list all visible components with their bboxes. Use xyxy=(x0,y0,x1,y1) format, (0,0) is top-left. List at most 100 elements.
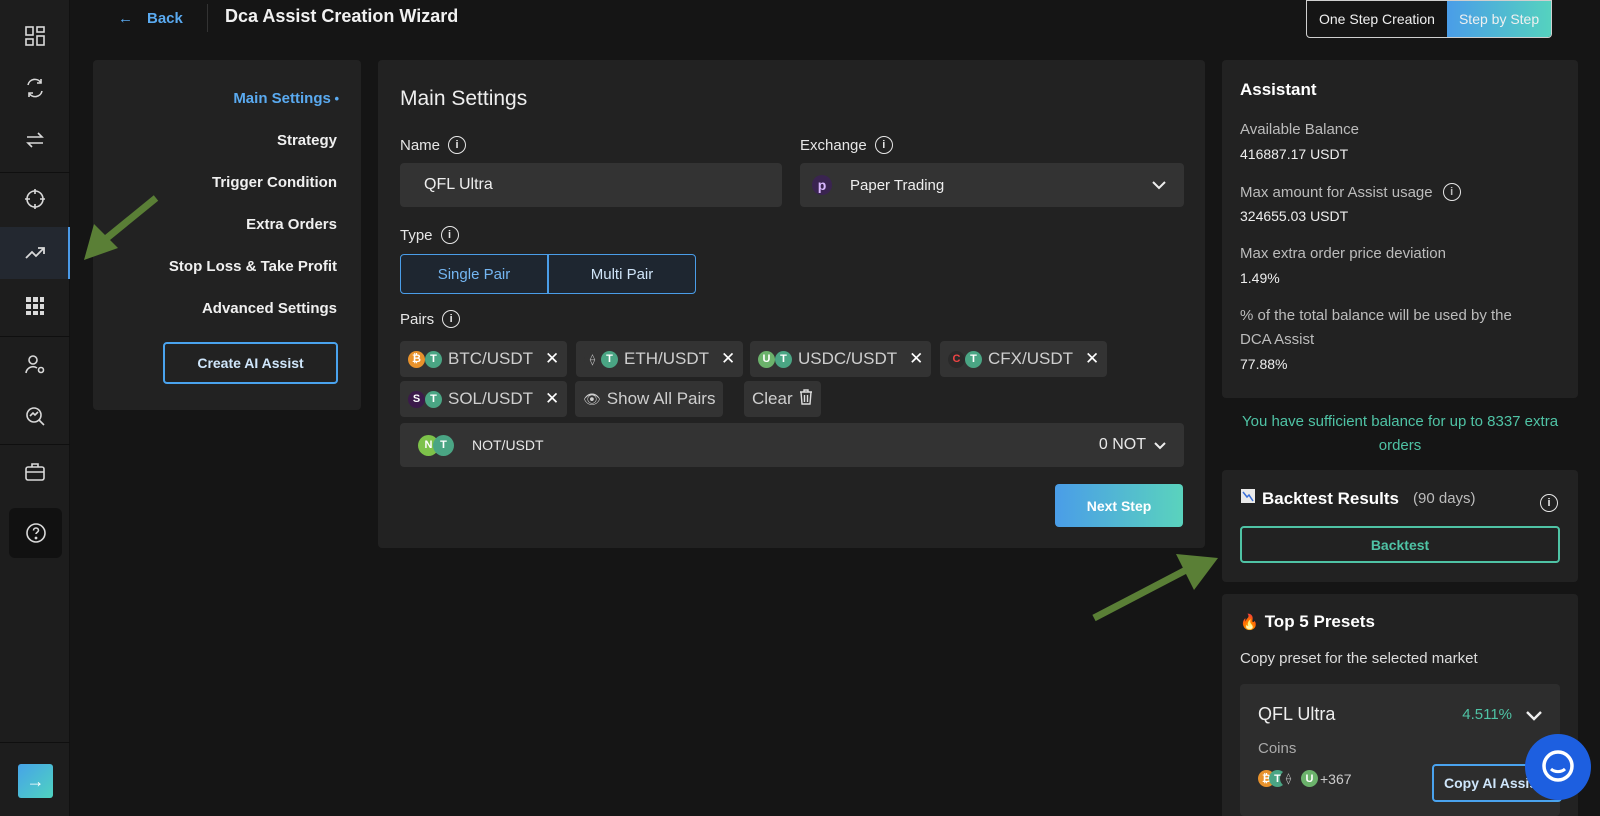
back-label: Back xyxy=(147,9,183,27)
usdt-coin-icon: T xyxy=(775,350,792,368)
info-icon[interactable]: i xyxy=(448,136,467,154)
single-pair-button[interactable]: Single Pair xyxy=(400,254,548,294)
usdc-coin-icon: U xyxy=(1301,770,1318,787)
type-toggle: Single Pair Multi Pair xyxy=(400,254,696,294)
pair-chip-btc: ₿ T BTC/USDT ✕ xyxy=(400,341,568,377)
name-input[interactable]: QFL Ultra xyxy=(400,163,782,207)
step-extra-orders[interactable]: Extra Orders xyxy=(246,216,337,233)
page-title: Dca Assist Creation Wizard xyxy=(225,6,459,26)
creation-mode-toggle: One Step Creation Step by Step xyxy=(1306,0,1553,38)
target-icon[interactable] xyxy=(0,173,70,225)
info-icon[interactable]: i xyxy=(440,226,459,244)
help-icon[interactable] xyxy=(9,508,62,558)
search-chart-icon[interactable] xyxy=(0,390,70,442)
step-strategy[interactable]: Strategy xyxy=(277,132,337,149)
create-ai-assist-button[interactable]: Create AI Assist xyxy=(163,342,338,384)
annotation-arrow-icon xyxy=(84,195,159,260)
info-icon[interactable]: i xyxy=(1442,183,1461,201)
show-all-pairs-button[interactable]: 👁 Show All Pairs xyxy=(575,381,724,417)
type-label: Type i xyxy=(400,226,459,244)
bot-cycle-icon[interactable] xyxy=(0,62,70,114)
pair-chip-cfx: CT CFX/USDT ✕ xyxy=(940,341,1108,377)
preset-name: QFL Ultra xyxy=(1258,704,1336,724)
clear-pairs-button[interactable]: Clear xyxy=(744,381,821,417)
trending-up-icon[interactable] xyxy=(0,227,70,279)
assistant-panel: Assistant Available Balance 416887.17 US… xyxy=(1222,60,1578,398)
info-icon[interactable]: i xyxy=(442,310,461,328)
coins-label: Coins xyxy=(1258,740,1297,757)
trash-icon xyxy=(799,388,813,410)
multi-pair-button[interactable]: Multi Pair xyxy=(548,254,696,294)
sufficient-balance-note: You have sufficient balance for up to 83… xyxy=(1241,413,1559,454)
step-main-settings[interactable]: Main Settings xyxy=(233,90,339,107)
remove-pair-icon[interactable]: ✕ xyxy=(545,389,559,409)
max-amount-value: 324655.03 USDT xyxy=(1240,208,1349,224)
grid-apps-icon[interactable] xyxy=(0,280,70,332)
arrow-left-icon: ← xyxy=(118,9,133,27)
selected-pair-amount: 0 NOT xyxy=(1098,436,1146,453)
cfx-coin-icon: C xyxy=(948,350,965,368)
main-settings-panel: Main Settings Name i QFL Ultra Exchange i … xyxy=(378,60,1205,548)
chevron-down-icon[interactable] xyxy=(1526,708,1542,726)
deviation-label: Max extra order price deviation xyxy=(1240,245,1446,262)
balance-pct-label: % of the total balance will be used by t… xyxy=(1240,307,1512,324)
remove-pair-icon[interactable]: ✕ xyxy=(909,349,923,369)
available-balance-label: Available Balance xyxy=(1240,121,1359,138)
assistant-title: Assistant xyxy=(1240,80,1317,99)
usdt-coin-icon: T xyxy=(425,390,442,408)
available-balance-value: 416887.17 USDT xyxy=(1240,146,1349,162)
next-step-button[interactable]: Next Step xyxy=(1055,484,1183,527)
remove-pair-icon[interactable]: ✕ xyxy=(545,349,559,369)
one-step-creation-button[interactable]: One Step Creation xyxy=(1307,1,1447,37)
step-trigger-condition[interactable]: Trigger Condition xyxy=(212,174,337,191)
pairs-label: Pairs i xyxy=(400,310,461,328)
dashboard-icon[interactable] xyxy=(0,10,70,62)
chart-down-icon xyxy=(1240,488,1256,509)
deviation-value: 1.49% xyxy=(1240,270,1280,286)
coins-more-count: +367 xyxy=(1320,770,1352,787)
btc-coin-icon: ₿ xyxy=(408,350,425,368)
exchange-value: Paper Trading xyxy=(850,176,945,194)
eth-coin-icon: ⟠ xyxy=(1280,770,1297,787)
remove-pair-icon[interactable]: ✕ xyxy=(721,349,735,369)
presets-subtitle: Copy preset for the selected market xyxy=(1240,650,1478,667)
chat-support-icon[interactable] xyxy=(1525,734,1591,800)
usdt-coin-icon: T xyxy=(425,350,442,368)
preset-pct: 4.511% xyxy=(1462,706,1512,723)
exchange-select[interactable]: p Paper Trading xyxy=(800,163,1184,207)
balance-pct-value: 77.88% xyxy=(1240,356,1288,372)
exchange-label: Exchange i xyxy=(800,136,893,154)
step-by-step-button[interactable]: Step by Step xyxy=(1446,1,1552,37)
presets-title: Top 5 Presets xyxy=(1264,612,1375,631)
backtest-button[interactable]: Backtest xyxy=(1240,526,1560,563)
briefcase-icon[interactable] xyxy=(0,446,70,498)
backtest-period: (90 days) xyxy=(1413,490,1476,507)
pair-chip-sol: ST SOL/USDT ✕ xyxy=(400,381,568,417)
eye-icon: 👁 xyxy=(583,390,601,407)
chevron-down-icon xyxy=(1154,437,1166,453)
preset-card[interactable]: QFL Ultra 4.511% Coins ₿ T ⟠ U +367 Copy A… xyxy=(1240,684,1562,816)
eth-coin-icon: ⟠ xyxy=(584,350,601,368)
remove-pair-icon[interactable]: ✕ xyxy=(1085,349,1099,369)
max-amount-label: Max amount for Assist usage i xyxy=(1240,183,1461,201)
step-advanced-settings[interactable]: Advanced Settings xyxy=(202,300,337,317)
top-presets-panel: 🔥 Top 5 Presets Copy preset for the sele… xyxy=(1222,594,1578,816)
back-link[interactable]: ← Back xyxy=(118,7,183,29)
fire-icon: 🔥 xyxy=(1240,614,1259,631)
step-stop-loss-take-profit[interactable]: Stop Loss & Take Profit xyxy=(169,258,337,275)
selected-pair-name: NOT/USDT xyxy=(472,437,544,453)
expand-sidebar-icon[interactable]: → xyxy=(18,764,53,798)
section-title: Main Settings xyxy=(400,87,528,110)
pair-chip-usdc: UT USDC/USDT ✕ xyxy=(750,341,932,377)
usdc-coin-icon: U xyxy=(758,350,775,368)
preset-coin-list: ₿ T ⟠ U +367 xyxy=(1258,770,1352,787)
info-icon[interactable]: i xyxy=(1540,494,1558,512)
usdt-coin-icon: T xyxy=(965,350,982,368)
exchange-arrows-icon[interactable] xyxy=(0,114,70,166)
user-settings-icon[interactable] xyxy=(0,338,70,390)
selected-pair-row[interactable]: NT NOT/USDT 0 NOT xyxy=(400,423,1184,467)
annotation-arrow-icon xyxy=(1092,554,1218,622)
chevron-down-icon xyxy=(1152,177,1166,193)
info-icon[interactable]: i xyxy=(874,136,893,154)
balance-pct-label-2: DCA Assist xyxy=(1240,331,1315,348)
